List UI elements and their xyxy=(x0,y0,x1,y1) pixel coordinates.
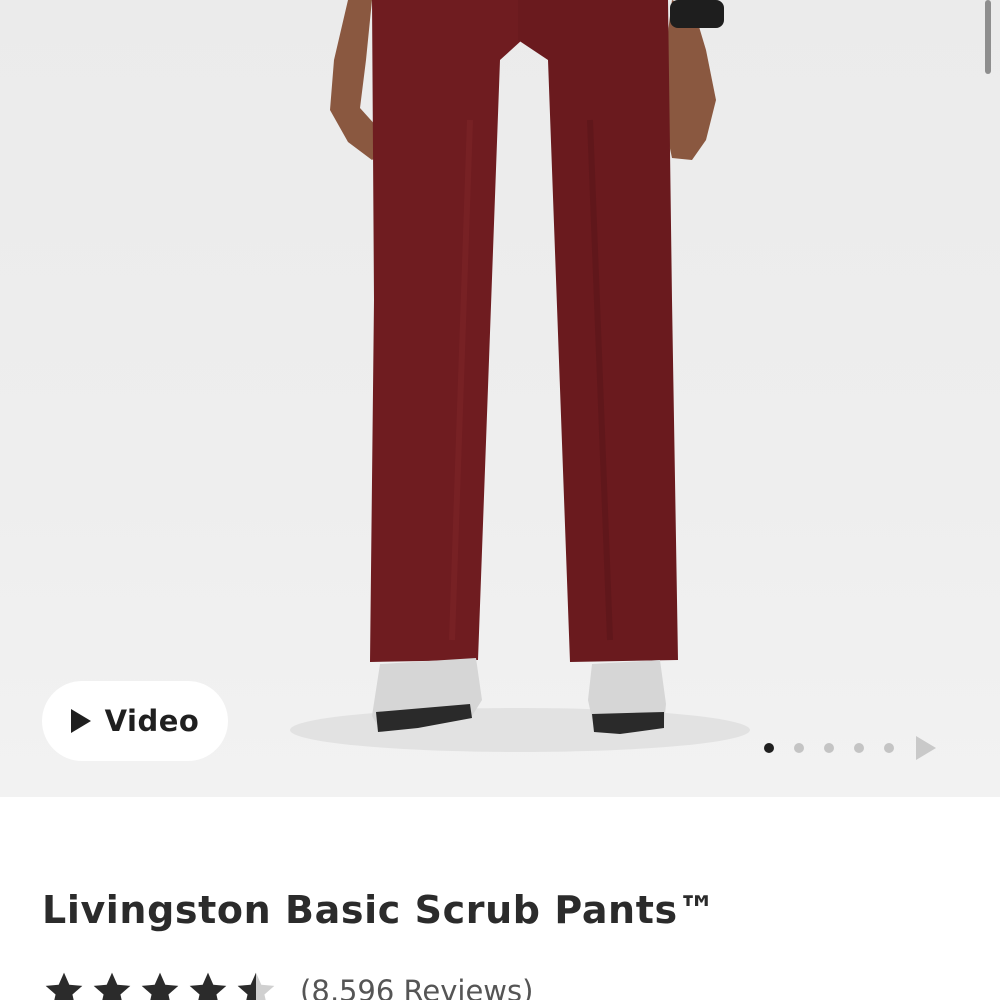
next-arrow-icon[interactable] xyxy=(916,736,936,760)
watch-icon xyxy=(670,0,724,28)
carousel-dot-3[interactable] xyxy=(824,743,834,753)
star-icon xyxy=(45,972,83,1000)
carousel-dot-2[interactable] xyxy=(794,743,804,753)
carousel-dot-1[interactable] xyxy=(764,743,774,753)
floor-shadow xyxy=(290,708,750,752)
carousel-dot-5[interactable] xyxy=(884,743,894,753)
product-photo xyxy=(290,0,750,752)
star-icon xyxy=(141,972,179,1000)
scrollbar[interactable] xyxy=(985,0,991,74)
carousel-indicator xyxy=(764,736,936,760)
star-icon xyxy=(93,972,131,1000)
reviews-count-link[interactable]: (8,596 Reviews) xyxy=(300,974,533,1000)
video-button-label: Video xyxy=(104,704,200,738)
video-button[interactable]: Video xyxy=(42,681,228,761)
product-rating[interactable]: (8,596 Reviews) xyxy=(42,966,533,1000)
product-image-carousel[interactable]: Video xyxy=(0,0,1000,797)
carousel-dot-4[interactable] xyxy=(854,743,864,753)
star-icon xyxy=(189,972,227,1000)
rating-stars xyxy=(42,969,278,1000)
pants-left-leg xyxy=(370,0,522,662)
half-star-icon xyxy=(237,972,275,1000)
play-icon xyxy=(70,709,91,733)
product-page: Video Livingston Basic Scrub Pants™ (8,5… xyxy=(0,0,1000,1000)
product-title: Livingston Basic Scrub Pants™ xyxy=(42,888,717,932)
